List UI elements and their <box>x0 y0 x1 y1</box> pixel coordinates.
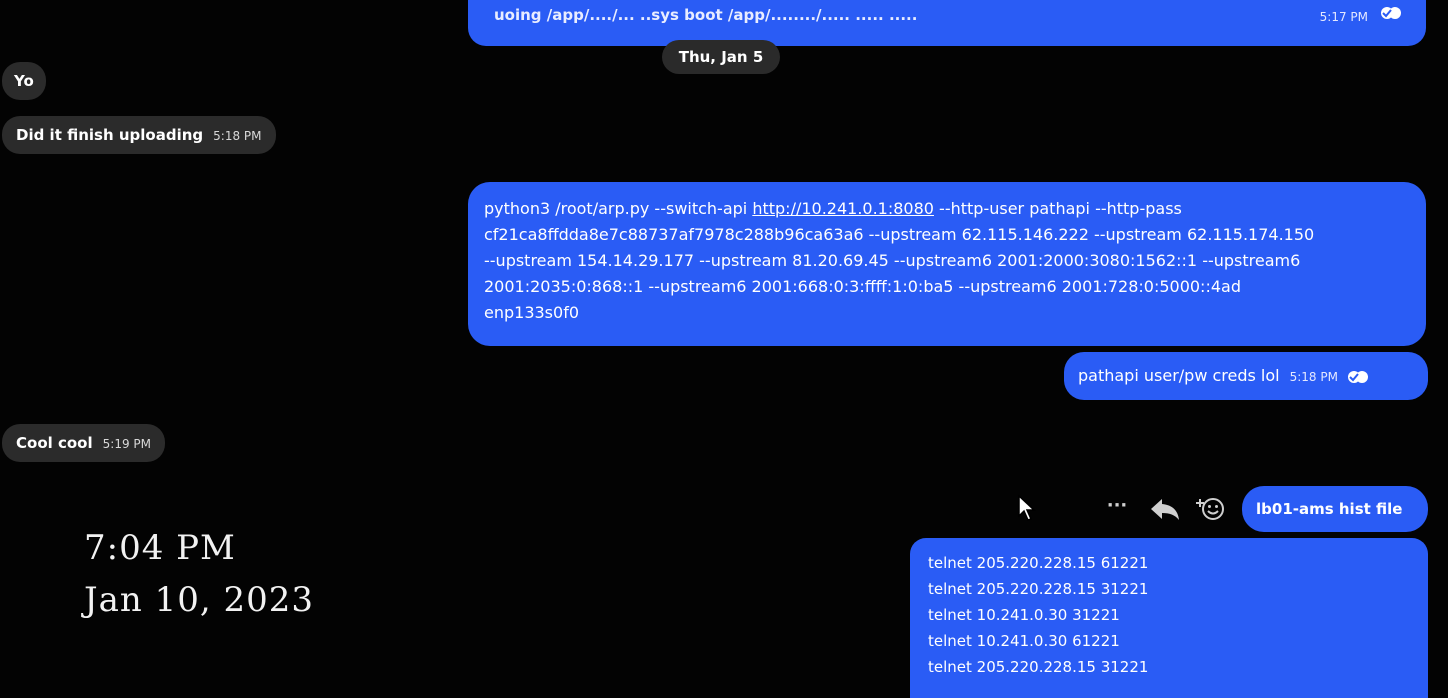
command-line-2: cf21ca8ffdda8e7c88737af7978c288b96ca63a6… <box>484 225 1315 244</box>
outgoing-creds-message[interactable]: pathapi user/pw creds lol 5:18 PM <box>1064 352 1428 400</box>
message-time: 5:18 PM <box>1289 370 1338 384</box>
message-time: 5:19 PM <box>102 437 151 451</box>
overlay-date: Jan 10, 2023 <box>84 580 315 620</box>
incoming-message-yo[interactable]: Yo <box>2 62 46 100</box>
message-text: pathapi user/pw creds lol <box>1078 366 1280 385</box>
read-receipt-icon <box>1381 7 1401 19</box>
command-line-3: --upstream 154.14.29.177 --upstream 81.2… <box>484 251 1301 270</box>
message-text: Did it finish uploading <box>16 126 204 144</box>
outgoing-hist-file-message[interactable]: lb01-ams hist file <box>1242 486 1428 532</box>
partial-outgoing-message[interactable]: uoing /app/..../... ..sys boot /app/....… <box>468 0 1426 46</box>
command-suffix: --http-user pathapi --http-pass <box>933 199 1182 218</box>
outgoing-command-message[interactable]: python3 /root/arp.py --switch-api http:/… <box>468 182 1426 346</box>
switch-api-link[interactable]: http://10.241.0.1:8080 <box>752 199 934 218</box>
partial-message-time: 5:17 PM <box>1319 10 1368 24</box>
telnet-line-1: telnet 205.220.228.15 61221 <box>928 554 1149 572</box>
reply-icon[interactable] <box>1148 496 1182 522</box>
command-line-4: 2001:2035:0:868::1 --upstream6 2001:668:… <box>484 277 1241 296</box>
incoming-message-upload[interactable]: Did it finish uploading 5:18 PM <box>2 116 276 154</box>
outgoing-telnet-message[interactable]: telnet 205.220.228.15 61221 telnet 205.2… <box>910 538 1428 698</box>
incoming-message-cool[interactable]: Cool cool 5:19 PM <box>2 424 165 462</box>
more-icon[interactable]: ··· <box>1100 496 1134 522</box>
telnet-line-2: telnet 205.220.228.15 31221 <box>928 580 1149 598</box>
telnet-line-4: telnet 10.241.0.30 61221 <box>928 632 1120 650</box>
message-time: 5:18 PM <box>213 129 262 143</box>
command-line-1: python3 /root/arp.py --switch-api http:/… <box>484 196 1410 222</box>
overlay-time: 7:04 PM <box>84 528 236 568</box>
message-text: lb01-ams hist file <box>1256 500 1403 518</box>
command-line-5: enp133s0f0 <box>484 303 580 322</box>
telnet-line-3: telnet 10.241.0.30 31221 <box>928 606 1120 624</box>
read-receipt-icon <box>1348 370 1369 383</box>
date-separator: Thu, Jan 5 <box>662 40 780 74</box>
command-prefix: python3 /root/arp.py --switch-api <box>484 199 753 218</box>
add-reaction-icon[interactable] <box>1194 494 1228 524</box>
message-text: Cool cool <box>16 434 93 452</box>
telnet-line-5: telnet 205.220.228.15 31221 <box>928 658 1149 676</box>
message-text: Yo <box>14 72 34 90</box>
partial-message-text: uoing /app/..../... ..sys boot /app/....… <box>494 6 918 24</box>
mouse-cursor-icon <box>1018 494 1036 521</box>
